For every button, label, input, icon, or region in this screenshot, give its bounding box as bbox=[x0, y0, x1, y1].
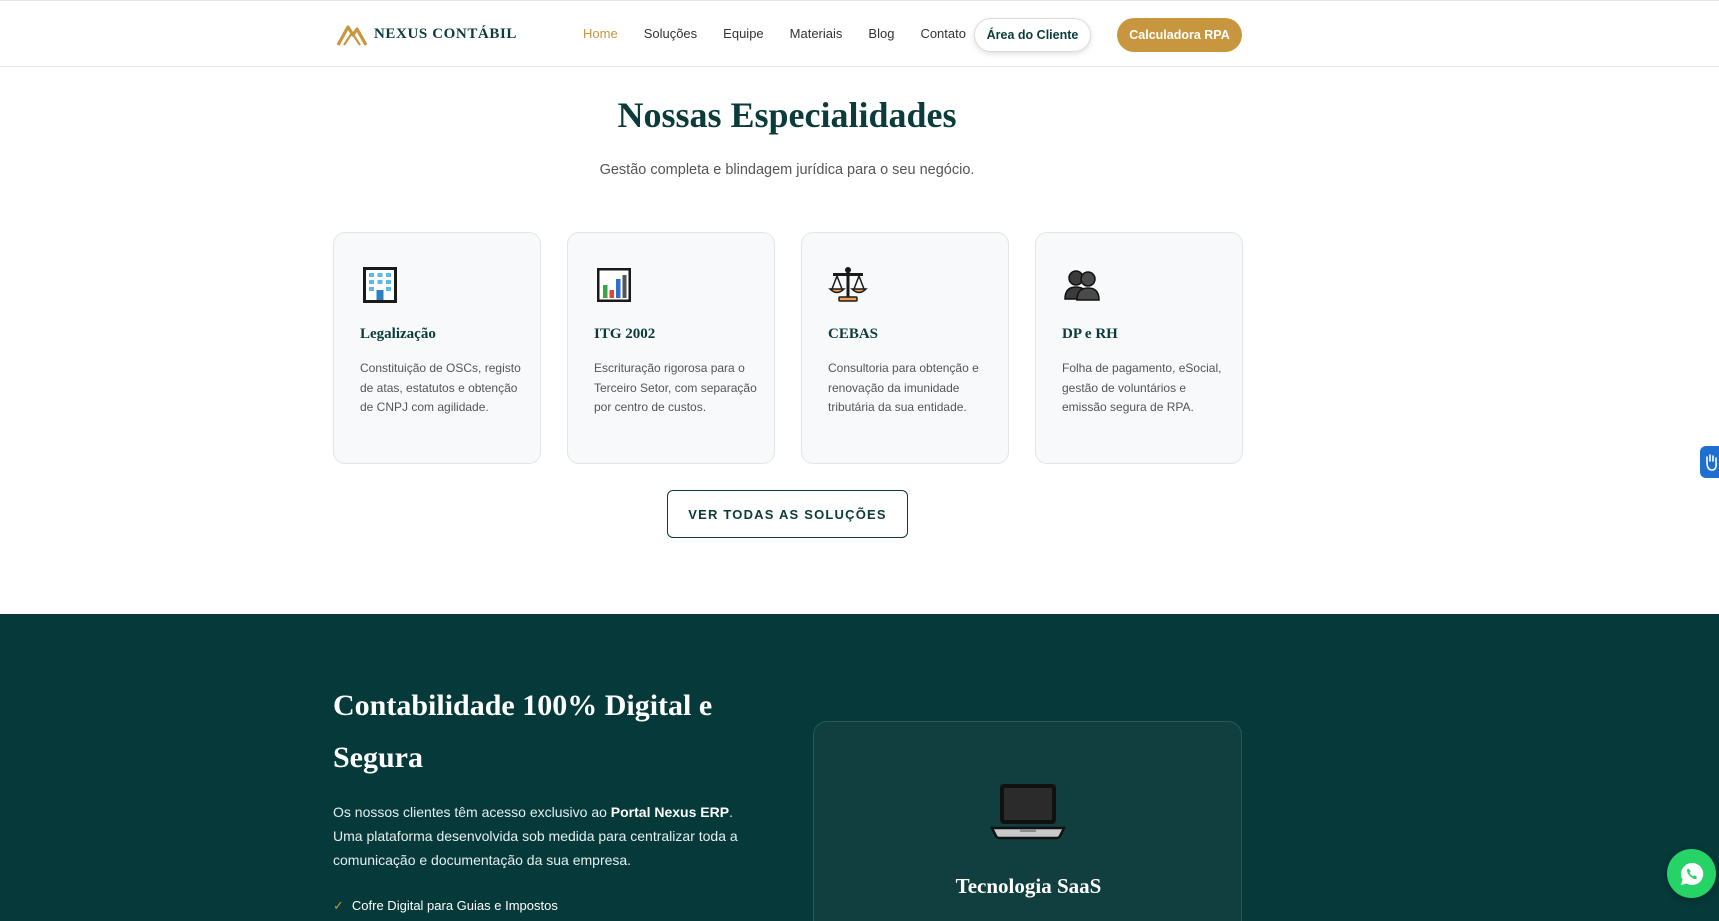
office-building-icon bbox=[363, 267, 397, 303]
site-header: NEXUS CONTÁBIL Home Soluções Equipe Mate… bbox=[0, 0, 1719, 67]
bar-chart-icon bbox=[597, 268, 631, 302]
laptop-icon bbox=[990, 784, 1066, 840]
portal-name: Portal Nexus ERP bbox=[610, 804, 730, 820]
whatsapp-icon bbox=[1680, 862, 1703, 885]
nav-contato[interactable]: Contato bbox=[920, 26, 966, 41]
card-description: Folha de pagamento, eSocial, gestão de v… bbox=[1062, 361, 1222, 414]
hand-icon bbox=[1706, 454, 1717, 471]
feature-label: Cofre Digital para Guias e Impostos bbox=[351, 898, 558, 913]
card-description: Consultoria para obtenção e renovação da… bbox=[828, 361, 979, 414]
card-cebas[interactable]: CEBAS Consultoria para obtenção e renova… bbox=[801, 232, 1009, 464]
digital-title: Contabilidade 100% Digital e Segura bbox=[333, 689, 713, 774]
nav-equipe[interactable]: Equipe bbox=[723, 26, 763, 41]
card-title: CEBAS bbox=[828, 326, 879, 342]
saas-card: Tecnologia SaaS bbox=[813, 721, 1242, 921]
card-dp-rh[interactable]: DP e RH Folha de pagamento, eSocial, ges… bbox=[1035, 232, 1243, 464]
digital-description: Os nossos clientes têm acesso exclusivo … bbox=[333, 800, 753, 872]
digital-text-part: Os nossos clientes têm acesso exclusivo … bbox=[333, 804, 611, 820]
client-area-button[interactable]: Área do Cliente bbox=[974, 18, 1091, 52]
logo-text: NEXUS CONTÁBIL bbox=[374, 25, 518, 42]
accessibility-widget[interactable] bbox=[1700, 446, 1719, 478]
rpa-calculator-button[interactable]: Calculadora RPA bbox=[1117, 18, 1242, 52]
nav-materiais[interactable]: Materiais bbox=[790, 26, 843, 41]
people-icon bbox=[1064, 270, 1100, 301]
specialties-subtitle: Gestão completa e blindagem jurídica par… bbox=[599, 162, 975, 178]
specialties-title: Nossas Especialidades bbox=[617, 95, 957, 135]
nav-home[interactable]: Home bbox=[583, 26, 618, 41]
card-description: Constituição de OSCs, registo de atas, e… bbox=[360, 361, 521, 414]
card-title: DP e RH bbox=[1062, 326, 1118, 342]
nav-blog[interactable]: Blog bbox=[868, 26, 894, 41]
digital-section: Contabilidade 100% Digital e Segura Os n… bbox=[0, 614, 1719, 921]
card-itg-2002[interactable]: ITG 2002 Escrituração rigorosa para o Te… bbox=[567, 232, 775, 464]
card-legalizacao[interactable]: Legalização Constituição de OSCs, regist… bbox=[333, 232, 541, 464]
feature-item: ✓ Cofre Digital para Guias e Impostos bbox=[333, 898, 558, 914]
main-nav: Home Soluções Equipe Materiais Blog Cont… bbox=[583, 26, 992, 41]
card-description: Escrituração rigorosa para o Terceiro Se… bbox=[594, 361, 757, 414]
saas-title: Tecnologia SaaS bbox=[955, 874, 1102, 898]
card-title: ITG 2002 bbox=[594, 326, 656, 342]
logo-mountain-icon bbox=[336, 25, 368, 46]
card-title: Legalização bbox=[360, 326, 436, 342]
check-icon: ✓ bbox=[333, 898, 344, 913]
view-all-solutions-button[interactable]: VER TODAS AS SOLUÇÕES bbox=[667, 490, 908, 538]
whatsapp-button[interactable] bbox=[1667, 849, 1716, 898]
logo[interactable]: NEXUS CONTÁBIL bbox=[336, 21, 517, 47]
nav-solucoes[interactable]: Soluções bbox=[644, 26, 697, 41]
scales-icon bbox=[828, 267, 868, 302]
